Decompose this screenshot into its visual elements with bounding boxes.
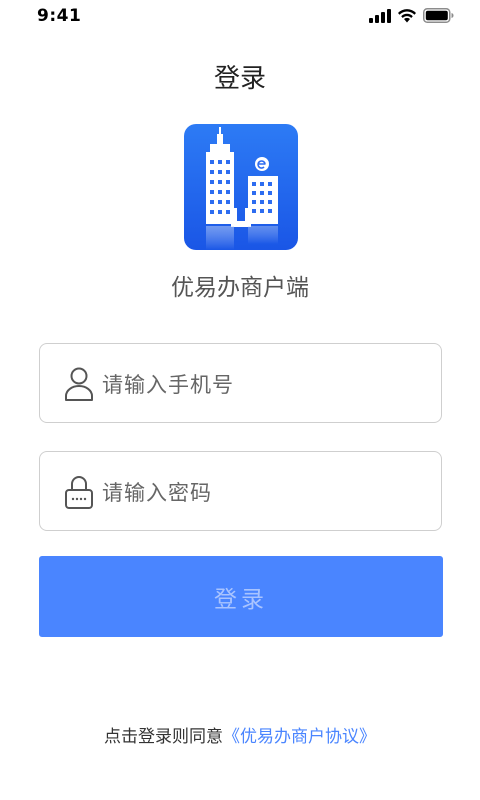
- status-time: 9:41: [37, 6, 82, 26]
- page-title: 登录: [213, 64, 266, 94]
- app-name: 优易办商户端: [171, 275, 309, 301]
- agreement-text: 点击登录则同意《优易办商户协议》: [0, 722, 480, 747]
- status-icons: [369, 8, 454, 23]
- login-button[interactable]: 登录: [39, 556, 443, 637]
- phone-field[interactable]: 请输入手机号: [39, 343, 442, 423]
- cellular-signal-icon: [369, 8, 391, 23]
- password-placeholder: 请输入密码: [102, 481, 212, 505]
- battery-icon: [423, 8, 454, 23]
- wifi-icon: [398, 9, 416, 23]
- status-bar: 9:41: [0, 0, 480, 34]
- password-field[interactable]: 请输入密码: [39, 451, 442, 531]
- user-icon: [65, 367, 93, 401]
- agreement-prefix: 点击登录则同意: [104, 727, 223, 747]
- lock-icon: [65, 476, 93, 509]
- building-logo: [184, 124, 298, 250]
- phone-placeholder: 请输入手机号: [102, 373, 234, 397]
- agreement-link[interactable]: 《优易办商户协议》: [223, 727, 376, 747]
